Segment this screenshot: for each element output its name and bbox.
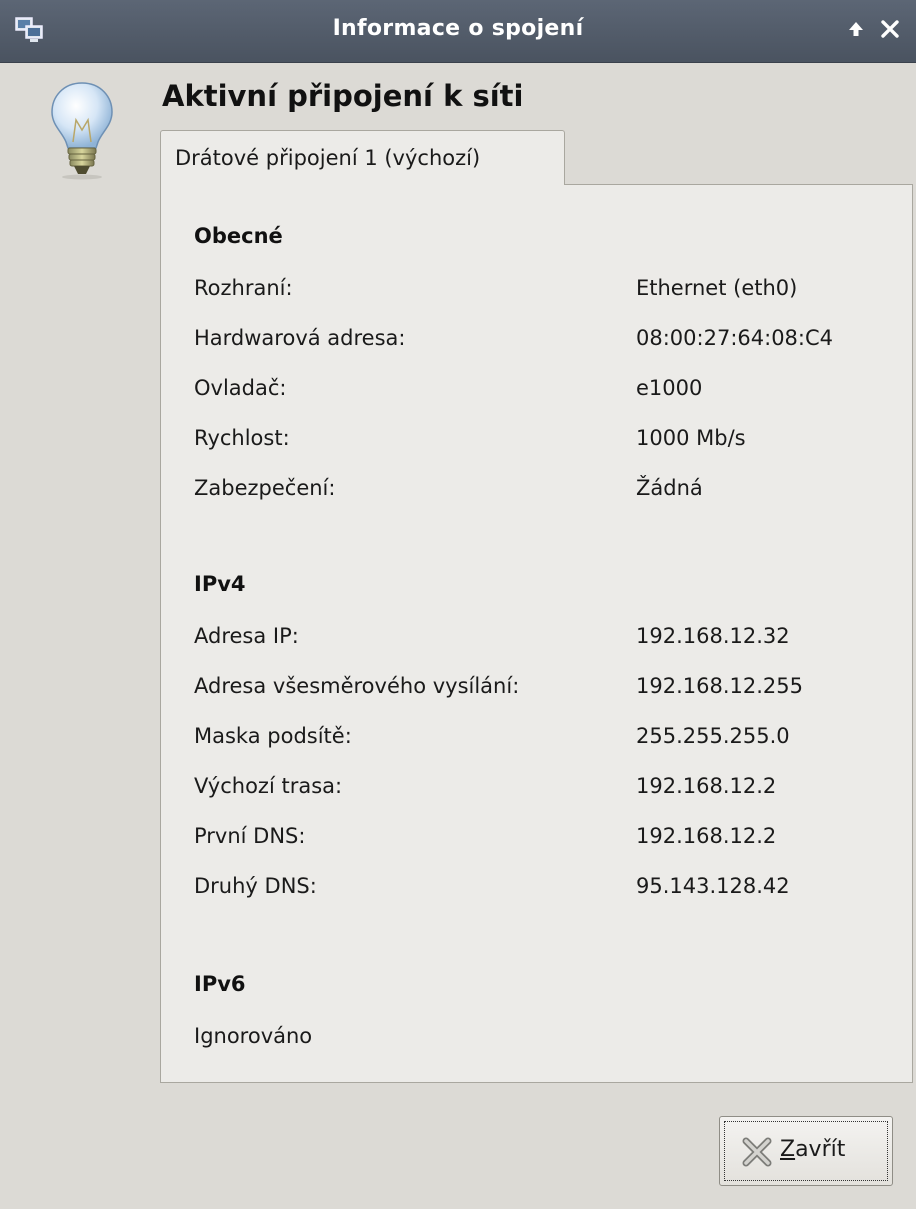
keep-above-button[interactable]: [842, 14, 870, 44]
close-button-label: Zavřít: [780, 1137, 845, 1162]
label-primary-dns: První DNS:: [194, 824, 306, 848]
tab-wired-connection-1[interactable]: Drátové připojení 1 (výchozí): [160, 130, 565, 185]
connection-info-dialog: Informace o spojení Aktivní připojení k …: [0, 0, 916, 1209]
arrow-up-icon: [849, 22, 863, 36]
lightbulb-icon: [51, 82, 113, 180]
label-speed: Rychlost:: [194, 426, 290, 450]
close-window-button[interactable]: [876, 14, 904, 44]
close-button-label-rest: avřít: [795, 1137, 846, 1162]
value-default-route: 192.168.12.2: [636, 774, 777, 798]
value-driver: e1000: [636, 376, 703, 400]
label-ip-address: Adresa IP:: [194, 624, 299, 648]
value-subnet-mask: 255.255.255.0: [636, 724, 790, 748]
value-ip-address: 192.168.12.32: [636, 624, 790, 648]
value-hardware-address: 08:00:27:64:08:C4: [636, 326, 834, 350]
label-driver: Ovladač:: [194, 376, 287, 400]
ipv6-status: Ignorováno: [194, 1024, 313, 1048]
label-broadcast-address: Adresa všesměrového vysílání:: [194, 674, 520, 698]
section-title-ipv4: IPv4: [194, 572, 246, 596]
value-broadcast-address: 192.168.12.255: [636, 674, 803, 698]
label-secondary-dns: Druhý DNS:: [194, 874, 317, 898]
value-secondary-dns: 95.143.128.42: [636, 874, 790, 898]
window-title: Informace o spojení: [332, 16, 584, 41]
section-title-general: Obecné: [194, 224, 283, 248]
value-speed: 1000 Mb/s: [636, 426, 746, 450]
value-security: Žádná: [636, 476, 703, 500]
value-interface: Ethernet (eth0): [636, 276, 798, 300]
label-default-route: Výchozí trasa:: [194, 774, 343, 798]
value-primary-dns: 192.168.12.2: [636, 824, 777, 848]
section-title-ipv6: IPv6: [194, 972, 246, 996]
close-icon: [881, 20, 899, 38]
tab-label: Drátové připojení 1 (výchozí): [175, 146, 481, 170]
close-x-icon: [742, 1137, 772, 1167]
label-interface: Rozhraní:: [194, 276, 293, 300]
titlebar[interactable]: Informace o spojení: [0, 0, 916, 63]
label-hardware-address: Hardwarová adresa:: [194, 326, 406, 350]
label-security: Zabezpečení:: [194, 476, 336, 500]
page-title: Aktivní připojení k síti: [162, 79, 524, 113]
close-button-mnemonic: Z: [780, 1137, 796, 1162]
close-button[interactable]: Zavřít: [719, 1116, 893, 1186]
label-subnet-mask: Maska podsítě:: [194, 724, 352, 748]
